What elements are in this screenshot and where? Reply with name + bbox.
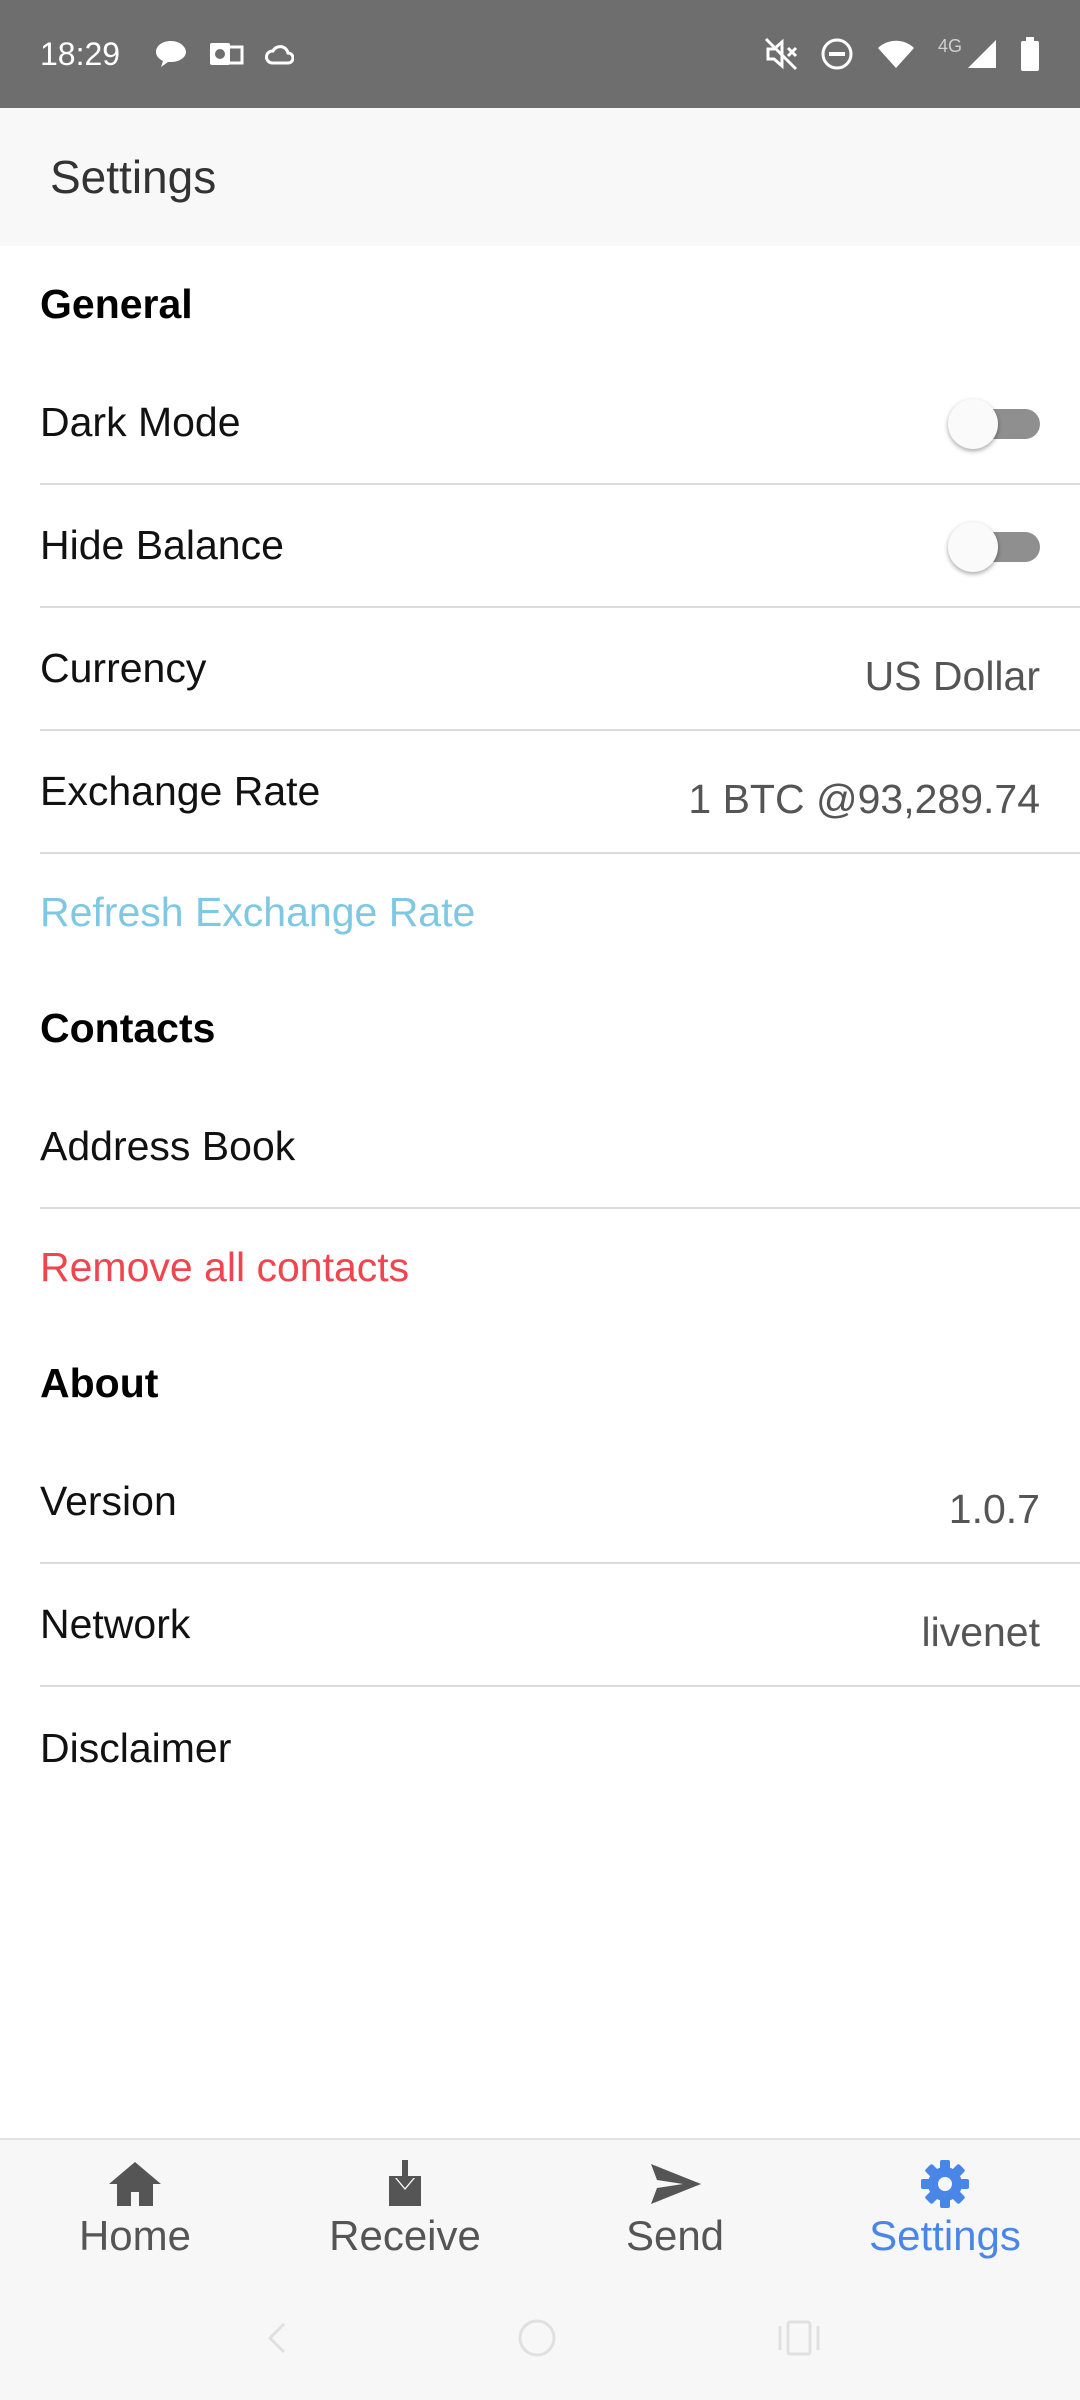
network-value: livenet — [921, 1609, 1040, 1655]
tab-settings-label: Settings — [869, 2212, 1021, 2259]
dnd-icon — [820, 37, 854, 71]
back-icon[interactable] — [258, 2318, 298, 2358]
exchange-rate-label: Exchange Rate — [40, 768, 321, 814]
exchange-rate-row: Exchange Rate 1 BTC @93,289.74 — [40, 731, 1080, 854]
cloud-icon — [264, 41, 295, 67]
address-book-label: Address Book — [40, 1123, 296, 1169]
home-nav-icon[interactable] — [515, 2316, 559, 2360]
address-book-row[interactable]: Address Book — [40, 1086, 1080, 1209]
version-row: Version 1.0.7 — [40, 1441, 1080, 1564]
toggle-thumb — [948, 398, 998, 449]
disclaimer-label: Disclaimer — [40, 1725, 232, 1771]
currency-value: US Dollar — [864, 653, 1040, 699]
hide-balance-toggle[interactable] — [948, 518, 1040, 574]
version-value: 1.0.7 — [948, 1486, 1040, 1532]
dark-mode-row[interactable]: Dark Mode — [40, 362, 1080, 485]
send-icon — [645, 2158, 705, 2210]
system-nav-bar — [0, 2276, 1080, 2400]
hide-balance-row[interactable]: Hide Balance — [40, 485, 1080, 608]
dark-mode-toggle[interactable] — [948, 395, 1040, 451]
network-row: Network livenet — [40, 1564, 1080, 1687]
home-icon — [105, 2158, 165, 2210]
network-label: Network — [40, 1601, 191, 1647]
app-header: Settings — [0, 108, 1080, 246]
version-label: Version — [40, 1478, 177, 1524]
exchange-rate-value: 1 BTC @93,289.74 — [688, 776, 1040, 822]
wifi-icon — [876, 38, 916, 70]
section-header-about: About — [40, 1359, 159, 1406]
disclaimer-row[interactable]: Disclaimer — [40, 1687, 1080, 1810]
tab-send[interactable]: Send — [540, 2140, 810, 2276]
toggle-thumb — [948, 521, 998, 572]
status-time: 18:29 — [40, 35, 121, 72]
refresh-exchange-rate-button[interactable]: Refresh Exchange Rate — [0, 854, 1080, 970]
tab-home-label: Home — [78, 2212, 192, 2259]
tab-settings[interactable]: Settings — [810, 2140, 1080, 2276]
settings-list: General Dark Mode Hide Balance Currency … — [0, 246, 1080, 1810]
battery-icon — [1020, 37, 1040, 71]
signal-icon — [966, 38, 998, 70]
recents-icon[interactable] — [776, 2318, 822, 2358]
outlook-icon — [208, 39, 244, 69]
dark-mode-label: Dark Mode — [40, 399, 241, 445]
currency-label: Currency — [40, 645, 207, 691]
hide-balance-label: Hide Balance — [40, 522, 284, 568]
section-header-contacts: Contacts — [40, 1004, 216, 1051]
tab-receive-label: Receive — [329, 2212, 481, 2259]
gear-icon — [915, 2158, 975, 2210]
chat-icon — [154, 39, 188, 69]
mute-icon — [764, 37, 798, 71]
status-bar: 18:29 4G — [0, 0, 1080, 108]
bottom-tab-bar: Home Receive Send Settings — [0, 2138, 1080, 2276]
tab-home[interactable]: Home — [0, 2140, 270, 2276]
remove-all-contacts-button[interactable]: Remove all contacts — [0, 1209, 1080, 1325]
tab-receive[interactable]: Receive — [270, 2140, 540, 2276]
network-type-label: 4G — [937, 35, 962, 56]
currency-row[interactable]: Currency US Dollar — [40, 608, 1080, 731]
page-title: Settings — [50, 151, 217, 203]
section-header-general: General — [40, 280, 193, 327]
receive-icon — [375, 2158, 435, 2210]
tab-send-label: Send — [625, 2212, 725, 2259]
